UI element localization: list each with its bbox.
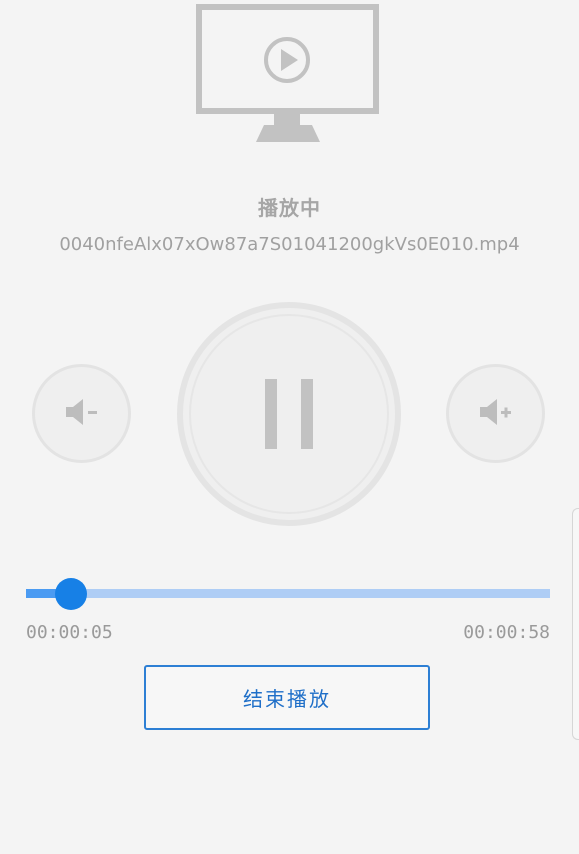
volume-up-icon — [478, 397, 514, 431]
total-time: 00:00:58 — [463, 622, 550, 643]
volume-down-button[interactable] — [32, 364, 131, 463]
volume-down-icon — [64, 397, 100, 431]
playback-status: 播放中 — [258, 196, 321, 220]
stop-playback-button[interactable]: 结束播放 — [144, 665, 430, 730]
video-filename: 0040nfeAlx07xOw87a7S01041200gkVs0E010.mp… — [59, 234, 520, 255]
current-time: 00:00:05 — [26, 622, 113, 643]
progress-track — [26, 589, 550, 598]
pause-button[interactable] — [177, 302, 401, 526]
progress-thumb[interactable] — [55, 578, 88, 610]
progress-slider[interactable] — [26, 578, 550, 610]
pause-icon — [265, 379, 313, 449]
side-drawer-handle[interactable] — [572, 508, 579, 740]
video-player-screen: 播放中 0040nfeAlx07xOw87a7S01041200gkVs0E01… — [0, 0, 579, 854]
volume-up-button[interactable] — [446, 364, 545, 463]
pause-button-face — [189, 314, 389, 514]
monitor-play-icon — [196, 4, 380, 144]
